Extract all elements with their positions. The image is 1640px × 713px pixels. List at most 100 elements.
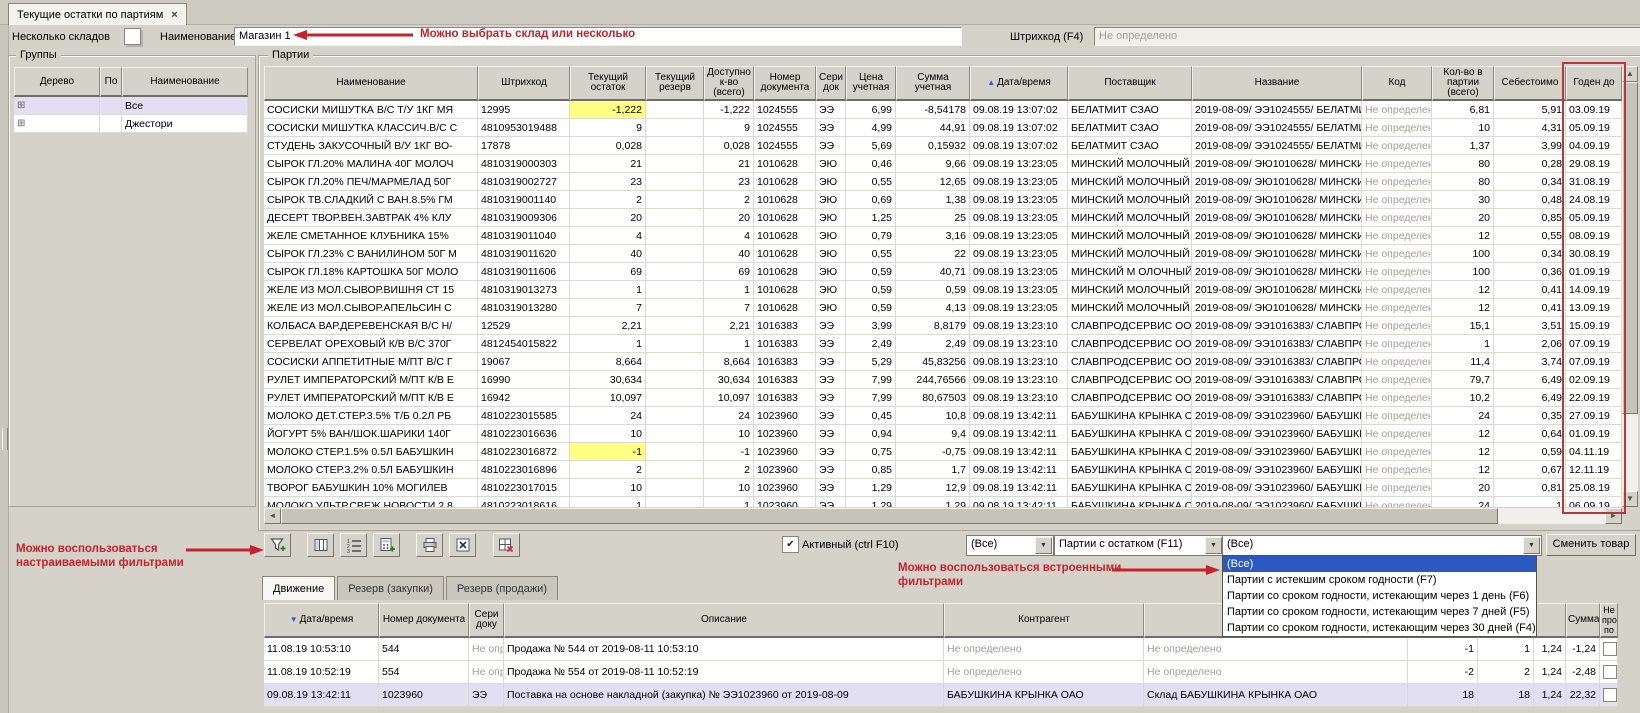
table-row[interactable]: СЫРОК ТВ.СЛАДКИЙ С ВАН.8.5% ГМ 481031900… xyxy=(264,191,1622,209)
dropdown-option[interactable]: Партии со сроком годности, истекающим че… xyxy=(1223,604,1536,620)
mcol-datetime[interactable]: ▼Дата/время xyxy=(264,603,379,638)
not-posted-checkbox[interactable] xyxy=(1603,665,1617,679)
col-doc-number[interactable]: Номер документа xyxy=(754,66,816,101)
barcode-input[interactable]: Не определено xyxy=(1094,27,1640,46)
col-code[interactable]: Код xyxy=(1362,66,1432,101)
table-row[interactable]: ЖЕЛЕ ИЗ МОЛ.СЫВОР.ВИШНЯ СТ 15 4810319013… xyxy=(264,281,1622,299)
hscroll-thumb[interactable] xyxy=(281,508,1498,524)
table-row[interactable]: СОСИСКИ АППЕТИТНЫЕ М/ПТ В/С Г 19067 8,66… xyxy=(264,353,1622,371)
tab-reserve-purchases[interactable]: Резерв (закупки) xyxy=(337,576,444,600)
mcol-contragent[interactable]: Контрагент xyxy=(944,603,1144,638)
chevron-down-icon[interactable]: ▼ xyxy=(1523,537,1540,554)
col-available[interactable]: Доступно к-во (всего) xyxy=(704,66,754,101)
remove-grid-button[interactable] xyxy=(493,533,520,557)
vscroll-thumb[interactable] xyxy=(1622,82,1638,414)
batches-vscrollbar[interactable]: ▲ ▼ xyxy=(1622,66,1638,507)
col-name[interactable]: Наименование xyxy=(264,66,478,101)
col-price[interactable]: Цена учетная xyxy=(846,66,896,101)
table-row[interactable]: РУЛЕТ ИМПЕРАТОРСКИЙ М/ПТ К/В Е 16942 10,… xyxy=(264,389,1622,407)
table-row[interactable]: ЖЕЛЕ СМЕТАННОЕ КЛУБНИКА 15% 481031901104… xyxy=(264,227,1622,245)
cell-price: 1,29 xyxy=(846,497,896,507)
stock-filter-combo[interactable]: Партии с остатком (F11) ▼ xyxy=(1054,535,1224,556)
table-row[interactable]: РУЛЕТ ИМПЕРАТОРСКИЙ М/ПТ К/В Е 16990 30,… xyxy=(264,371,1622,389)
table-row[interactable]: СОСИСКИ МИШУТКА В/С Т/У 1КГ МЯ 12995 -1,… xyxy=(264,101,1622,119)
multi-warehouse-checkbox[interactable] xyxy=(124,28,141,45)
scroll-up-icon[interactable]: ▲ xyxy=(1622,66,1638,82)
col-barcode[interactable]: Штрихкод xyxy=(478,66,570,101)
calculator-add-button[interactable] xyxy=(373,533,400,557)
groups-col-order[interactable]: По xyxy=(100,67,122,97)
table-row[interactable]: СЫРОК ГЛ.18% КАРТОШКА 50Г МОЛО 481031901… xyxy=(264,263,1622,281)
not-posted-checkbox[interactable] xyxy=(1603,688,1617,702)
mcol-sum[interactable]: Сумма xyxy=(1566,603,1600,638)
cell-available: 1 xyxy=(704,281,754,299)
export-excel-button[interactable] xyxy=(449,533,476,557)
series-filter-combo[interactable]: (Все) ▼ xyxy=(966,535,1054,556)
active-checkbox[interactable]: ✔ xyxy=(782,536,799,553)
numbering-button[interactable]: 123 xyxy=(340,533,367,557)
col-current-balance[interactable]: Текущий остаток xyxy=(570,66,646,101)
table-row[interactable]: СОСИСКИ МИШУТКА КЛАССИЧ.В/С С 4810953019… xyxy=(264,119,1622,137)
column-settings-button[interactable] xyxy=(307,533,334,557)
print-button[interactable] xyxy=(416,533,443,557)
cell-title: 2019-08-09/ ЭЭ1024555/ БЕЛАТМИТ СЗАО xyxy=(1192,101,1362,119)
table-row[interactable]: 09.08.19 13:42:11 1023960 ЭЭ Поставка на… xyxy=(264,684,1618,707)
scroll-right-icon[interactable]: ► xyxy=(1605,508,1622,524)
table-row[interactable]: СЫРОК ГЛ.23% С ВАНИЛИНОМ 50Г М 481031901… xyxy=(264,245,1622,263)
groups-col-name[interactable]: Наименование xyxy=(122,67,248,97)
dropdown-option[interactable]: (Все) xyxy=(1223,556,1536,572)
group-row[interactable]: ⊞ Джестори xyxy=(14,115,248,133)
mcol-price[interactable] xyxy=(1534,603,1566,638)
table-row[interactable]: СЕРВЕЛАТ ОРЕХОВЫЙ К/В В/С 370Г 481245401… xyxy=(264,335,1622,353)
mcol-not-posted[interactable]: Не прове по xyxy=(1600,603,1618,638)
tab-movement[interactable]: Движение xyxy=(262,576,335,600)
cell-sum: 0,15932 xyxy=(896,137,970,155)
chevron-down-icon[interactable]: ▼ xyxy=(1035,537,1052,554)
table-row[interactable]: 11.08.19 10:53:10 544 Не определено Прод… xyxy=(264,638,1618,661)
table-row[interactable]: ДЕСЕРТ ТВОР.ВЕН.ЗАВТРАК 4% КЛУ 481031900… xyxy=(264,209,1622,227)
scroll-left-icon[interactable]: ◄ xyxy=(264,508,281,524)
not-posted-checkbox[interactable] xyxy=(1603,642,1617,656)
dropdown-option[interactable]: Партии со сроком годности, истекающим че… xyxy=(1223,588,1536,604)
table-row[interactable]: СЫРОК ГЛ.20% МАЛИНА 40Г МОЛОЧ 4810319000… xyxy=(264,155,1622,173)
mcol-doc-number[interactable]: Номер документа xyxy=(379,603,469,638)
table-row[interactable]: 11.08.19 10:52:19 554 Не определено Прод… xyxy=(264,661,1618,684)
col-title[interactable]: Название xyxy=(1192,66,1362,101)
groups-col-tree[interactable]: Дерево xyxy=(14,67,100,97)
chevron-down-icon[interactable]: ▼ xyxy=(1205,537,1222,554)
scroll-down-icon[interactable]: ▼ xyxy=(1622,491,1638,507)
expand-icon[interactable]: ⊞ xyxy=(17,100,25,111)
batches-hscrollbar[interactable]: ◄ ► xyxy=(264,508,1622,524)
tab-reserve-sales[interactable]: Резерв (продажи) xyxy=(446,576,558,600)
table-row[interactable]: ЙОГУРТ 5% ВАН/ШОК.ШАРИКИ 140Г 4810223016… xyxy=(264,425,1622,443)
mcol-description[interactable]: Описание xyxy=(504,603,944,638)
change-product-button[interactable]: Сменить товар xyxy=(1546,534,1636,556)
col-cost[interactable]: Себестоимо xyxy=(1494,66,1566,101)
table-row[interactable]: КОЛБАСА ВАР.ДЕРЕВЕНСКАЯ В/С Н/ 12529 2,2… xyxy=(264,317,1622,335)
dropdown-option[interactable]: Партии со сроком годности, истекающим че… xyxy=(1223,620,1536,636)
tab-current-batches[interactable]: Текущие остатки по партиям × xyxy=(8,3,187,25)
cell-datetime: 09.08.19 13:42:11 xyxy=(970,407,1068,425)
col-expiry[interactable]: Годен до xyxy=(1566,66,1622,101)
col-datetime[interactable]: ▲Дата/время xyxy=(970,66,1068,101)
table-row[interactable]: СЫРОК ГЛ.20% ПЕЧ/МАРМЕЛАД 50Г 4810319002… xyxy=(264,173,1622,191)
col-batch-qty[interactable]: Кол-во в партии (всего) xyxy=(1432,66,1494,101)
table-row[interactable]: МОЛОКО СТЕР.1.5% 0.5Л БАБУШКИН 481022301… xyxy=(264,443,1622,461)
table-row[interactable]: ТВОРОГ БАБУШКИН 10% МОГИЛЕВ 481022301701… xyxy=(264,479,1622,497)
dropdown-option[interactable]: Партии с истекшим сроком годности (F7) xyxy=(1223,572,1536,588)
col-supplier[interactable]: Поставщик xyxy=(1068,66,1192,101)
table-row[interactable]: СТУДЕНЬ ЗАКУСОЧНЫЙ В/У 1КГ ВО- 17878 0,0… xyxy=(264,137,1622,155)
col-doc-series[interactable]: Сери док xyxy=(816,66,846,101)
filter-add-button[interactable] xyxy=(264,533,291,557)
col-sum[interactable]: Сумма учетная xyxy=(896,66,970,101)
close-icon[interactable]: × xyxy=(171,9,177,21)
table-row[interactable]: ЖЕЛЕ ИЗ МОЛ.СЫВОР.АПЕЛЬСИН С 48103190132… xyxy=(264,299,1622,317)
table-row[interactable]: МОЛОКО УЛЬТР.СВЕЖ.НОВОСТИ 2.8 4810223018… xyxy=(264,497,1622,507)
mcol-doc-series[interactable]: Сери доку xyxy=(469,603,504,638)
expiry-filter-combo[interactable]: (Все) ▼ xyxy=(1222,535,1542,556)
expand-icon[interactable]: ⊞ xyxy=(17,118,25,129)
group-row[interactable]: ⊞ Все xyxy=(14,97,248,115)
col-current-reserve[interactable]: Текущий резерв xyxy=(646,66,704,101)
table-row[interactable]: МОЛОКО ДЕТ.СТЕР.3.5% Т/Б 0.2Л РБ 4810223… xyxy=(264,407,1622,425)
table-row[interactable]: МОЛОКО СТЕР.3.2% 0.5Л БАБУШКИН 481022301… xyxy=(264,461,1622,479)
